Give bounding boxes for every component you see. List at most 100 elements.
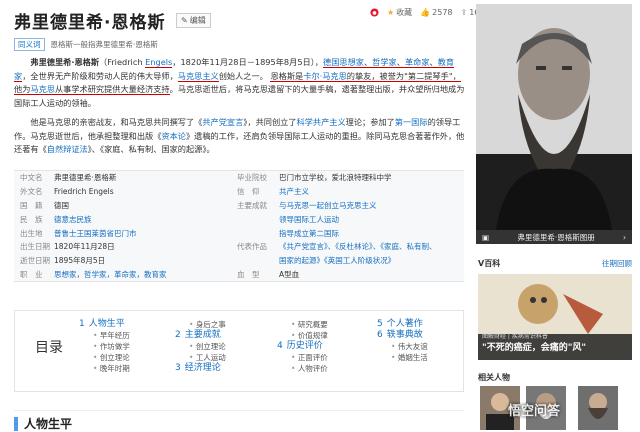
toc-sub-item[interactable]: 创立理论 (175, 341, 226, 352)
toc-label: 个人著作 (386, 319, 423, 329)
toc-label: 人物生平 (88, 319, 125, 329)
portrait-caption-bar[interactable]: ▣ 弗里德里希·恩格斯图册 › (476, 230, 632, 244)
info-label: 代表作品 (237, 242, 267, 252)
info-label: 出生地 (20, 228, 43, 238)
info-value: 巴门市立学校，爱北浪特理科中学 (279, 173, 392, 183)
link-karl-marx[interactable]: 卡尔·马克思 (303, 71, 347, 81)
toc-number: 3 (175, 363, 181, 373)
info-label: 逝世日期 (20, 256, 50, 266)
synonym-text: 恩格斯一般指弗里德里希·恩格斯 (50, 40, 158, 49)
info-value: 德意志民族 (54, 214, 92, 224)
toc-number: 4 (277, 341, 283, 351)
basic-info-table: 中文名 弗里德里希·恩格斯 毕业院校 巴门市立学校，爱北浪特理科中学外文名 Friedr… (14, 170, 464, 283)
toc-sub-item[interactable]: 身后之事 (175, 319, 226, 330)
toolbar: ★ 收藏 👍 2578 ⇪ 164 (370, 7, 484, 18)
page-title: 弗里德里希·恩格斯 (14, 13, 166, 33)
weibo-share-button[interactable] (370, 8, 379, 17)
toc-sub-item[interactable]: 工人运动 (175, 352, 226, 363)
vbaike-history-link[interactable]: 往期回顾 (602, 258, 632, 269)
link-thinker[interactable]: 思想家 (339, 57, 364, 67)
summary-paragraph-1: 弗里德里希·恩格斯（Friedrich Engels，1820年11月28日－1… (14, 57, 465, 108)
info-label: 血 型 (237, 269, 260, 279)
info-value: Friedrich Engels (54, 187, 114, 197)
toc-sub-item[interactable]: 价值规律 (277, 330, 328, 341)
vbaike-header: V百科 往期回顾 (478, 258, 632, 269)
synonym-row: 同义词 恩格斯一般指弗里德里希·恩格斯 (14, 38, 158, 51)
toc-sub-item[interactable]: 伟大友谊 (377, 341, 428, 352)
toc-number: 6 (377, 330, 383, 340)
collect-label: 收藏 (396, 8, 413, 17)
toc-main-item[interactable]: 4 历史评价 (277, 341, 328, 352)
chevron-right-icon: › (622, 232, 626, 242)
toc-sub-item[interactable]: 晚年时期 (79, 363, 130, 374)
link-revolutionary[interactable]: 革命家 (405, 57, 430, 67)
toc-label: 主要成就 (184, 330, 221, 340)
vbaike-title: V百科 (478, 259, 501, 268)
info-label: 职 业 (20, 269, 43, 279)
info-label: 中文名 (20, 173, 43, 183)
section-title: 人物生平 (24, 417, 73, 431)
info-value: 共产主义 (279, 187, 309, 197)
table-of-contents: 目录 1人物生平早年经历作坊做学创立理论晚年时期 身后之事2主要成就创立理论工人… (14, 310, 464, 392)
toc-sub-item[interactable]: 作坊做学 (79, 341, 130, 352)
info-row: 职 业 思想家，哲学家，革命家，教育家 血 型 A型血 (14, 268, 464, 282)
toc-column-4: 5个人著作6轶事典故伟大友谊婚姻生活 (377, 319, 428, 363)
weibo-icon (370, 8, 379, 17)
portrait-caption: 弗里德里希·恩格斯图册 (517, 232, 595, 242)
info-value: 1820年11月28日 (54, 242, 115, 252)
watermark-text: 悟空问答 (508, 404, 561, 419)
toc-main-item[interactable]: 6 轶事典故 (377, 330, 428, 341)
info-value: 普鲁士王国莱茵省巴门市 (54, 228, 137, 238)
info-value: 德国 (54, 200, 69, 210)
edit-icon: ✎ (181, 16, 188, 25)
link-first-international[interactable]: 第一国际 (395, 117, 428, 127)
vbaike-card-caption: "不死的癌症，会痛的"风" (482, 343, 587, 353)
like-button[interactable]: 👍 2578 (420, 8, 452, 17)
info-value: 领导国际工人运动 (279, 214, 339, 224)
link-engels[interactable]: Engels (145, 57, 173, 68)
link-scientific-communism[interactable]: 科学共产主义 (297, 117, 346, 127)
toc-sub-item[interactable]: 创立理论 (79, 352, 130, 363)
related-person-avatar[interactable] (578, 386, 618, 430)
toc-number: 5 (377, 319, 383, 329)
thumb-up-icon: 👍 (420, 8, 431, 17)
toc-sub-item[interactable]: 人物评价 (277, 363, 328, 374)
engels-portrait-illustration (476, 4, 632, 230)
edit-button[interactable]: ✎ 编辑 (176, 13, 211, 28)
lemma-summary: 弗里德里希·恩格斯（Friedrich Engels，1820年11月28日－1… (14, 56, 466, 163)
toc-number: 1 (79, 319, 85, 329)
related-people-header: 相关人物 (478, 372, 632, 383)
summary-paragraph-2: 他是马克思的亲密战友，和马克思共同撰写了《共产党宣言》，共同创立了科学共产主义理… (14, 117, 465, 154)
info-row: 逝世日期 1895年8月5日 国家的起源》《英国工人阶级状况》 (14, 254, 464, 268)
info-value: 思想家，哲学家，革命家，教育家 (54, 269, 167, 279)
toc-main-item[interactable]: 5 个人著作 (377, 319, 428, 330)
link-germany[interactable]: 德国 (323, 57, 339, 67)
link-das-kapital[interactable]: 资本论 (161, 131, 186, 141)
info-label: 国 籍 (20, 200, 43, 210)
link-marxism[interactable]: 马克思主义 (177, 70, 219, 82)
synonym-tag[interactable]: 同义词 (14, 38, 45, 51)
toc-sub-item[interactable]: 早年经历 (79, 330, 130, 341)
info-row: 民 族 德意志民族 领导国际工人运动 (14, 212, 464, 226)
toc-sub-item[interactable]: 婚姻生活 (377, 352, 428, 363)
portrait-image[interactable] (476, 4, 632, 230)
toc-main-item[interactable]: 2 主要成就 (175, 330, 226, 341)
info-value: A型血 (279, 269, 300, 279)
info-label: 毕业院校 (237, 173, 267, 183)
link-dialectics-of-nature[interactable]: 自然辩证法 (47, 144, 88, 154)
toc-sub-item[interactable]: 研究概要 (277, 319, 328, 330)
toc-column-2: 身后之事2主要成就创立理论工人运动3经济理论 (175, 319, 226, 374)
info-value: 弗里德里希·恩格斯 (54, 173, 117, 183)
info-value: 国家的起源》《英国工人阶级状况》 (279, 256, 396, 266)
link-philosopher[interactable]: 哲学家 (372, 57, 397, 67)
edit-label: 编辑 (189, 16, 206, 25)
toc-column-1: 1人物生平早年经历作坊做学创立理论晚年时期 (79, 319, 130, 374)
collect-button[interactable]: ★ 收藏 (387, 7, 412, 18)
link-marx[interactable]: 马克思 (30, 84, 55, 94)
toc-main-item[interactable]: 1 人物生平 (79, 319, 130, 330)
toc-sub-item[interactable]: 正面评价 (277, 352, 328, 363)
toc-label: 历史评价 (286, 341, 323, 351)
toc-main-item[interactable]: 3 经济理论 (175, 363, 226, 374)
link-communist-manifesto[interactable]: 共产党宣言 (202, 117, 243, 127)
info-row: 外文名 Friedrich Engels 信 仰 共产主义 (14, 185, 464, 199)
